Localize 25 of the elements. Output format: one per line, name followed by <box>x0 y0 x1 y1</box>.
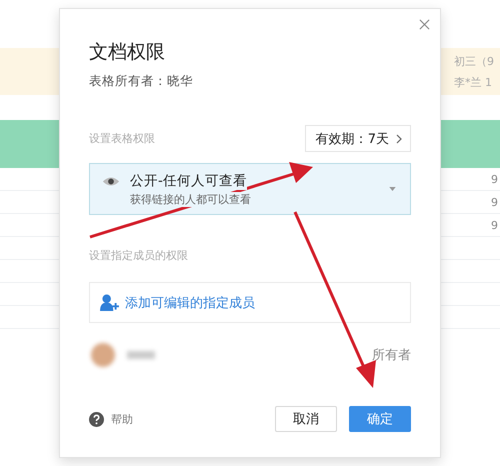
add-member-button[interactable]: 添加可编辑的指定成员 <box>89 282 411 323</box>
table-cell-text: 9 <box>491 196 499 208</box>
table-cell-text: 9 <box>491 218 499 232</box>
caret-icon <box>389 187 396 191</box>
eye-icon <box>102 176 120 187</box>
validity-button[interactable]: 有效期：7天 <box>304 125 411 152</box>
table-cell-text: 9 <box>491 172 499 186</box>
cancel-button[interactable]: 取消 <box>275 406 337 432</box>
access-description: 获得链接的人都可以查看 <box>130 192 251 206</box>
section-label: 设置表格权限 <box>89 131 155 146</box>
chevron-icon <box>396 134 402 144</box>
help-icon[interactable] <box>89 412 104 426</box>
add-user-icon <box>100 294 119 311</box>
close-icon[interactable] <box>419 19 430 30</box>
avatar <box>91 343 115 367</box>
banner-text: 初三（9 <box>454 54 495 68</box>
dialog-title: 文档权限 <box>89 40 166 65</box>
access-title: 公开-任何人可查看 <box>130 172 247 190</box>
member-role: 所有者 <box>372 347 411 364</box>
owner-text: 表格所有者：晓华 <box>89 73 194 90</box>
section-label: 设置指定成员的权限 <box>89 248 189 263</box>
access-dropdown[interactable]: 公开-任何人可查看 获得链接的人都可以查看 <box>89 163 411 215</box>
blurred-name <box>127 351 155 359</box>
help-link[interactable]: 帮助 <box>111 412 133 426</box>
banner-text: 李*兰 1 <box>454 74 493 90</box>
